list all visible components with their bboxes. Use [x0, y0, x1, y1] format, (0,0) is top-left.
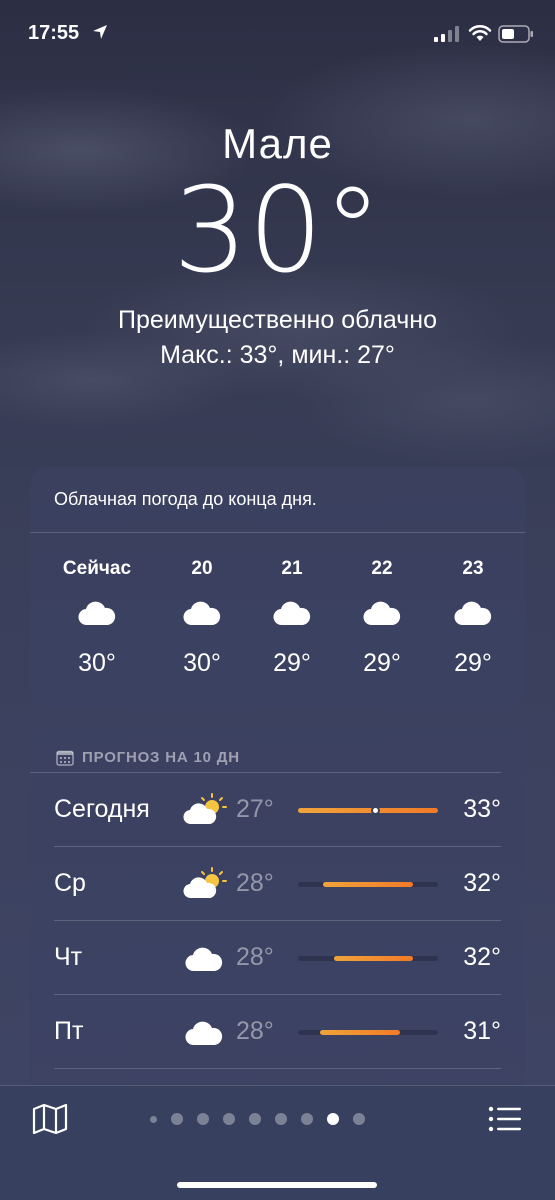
battery-icon — [498, 25, 533, 43]
home-indicator[interactable] — [177, 1182, 377, 1188]
forecast-row[interactable]: Чт 28° 32° — [54, 921, 501, 995]
high-low-text: Макс.: 33°, мин.: 27° — [160, 341, 395, 369]
page-dot[interactable] — [223, 1113, 235, 1125]
hourly-summary: Облачная погода до конца дня. — [30, 467, 525, 533]
forecast-low: 28° — [236, 869, 274, 897]
hourly-forecast-card[interactable]: Облачная погода до конца дня. Сейчас 30°… — [30, 467, 525, 709]
page-dot[interactable] — [301, 1113, 313, 1125]
page-dot[interactable] — [275, 1113, 287, 1125]
current-weather: Мале 30° Преимущественно облачно Макс.: … — [0, 120, 555, 370]
temperature-range-fill — [334, 956, 413, 961]
cloud-icon — [337, 585, 427, 641]
condition-text: Преимущественно облачно — [118, 306, 437, 334]
partly-sunny-icon — [183, 867, 227, 899]
forecast-high: 33° — [463, 795, 501, 823]
hourly-list[interactable]: Сейчас 30° 20 30° 21 29° 22 29° 23 29° — [30, 555, 525, 695]
location-arrow-icon — [93, 25, 107, 39]
hour-label: 21 — [281, 558, 303, 579]
cloud-icon — [247, 585, 337, 641]
hour-temperature: 29° — [454, 649, 492, 677]
page-dot[interactable] — [327, 1113, 339, 1125]
cloud-icon — [157, 585, 247, 641]
calendar-icon — [56, 750, 74, 766]
forecast-day: Ср — [54, 869, 86, 897]
hour-item: 20 30° — [157, 555, 247, 678]
forecast-day: Чт — [54, 943, 83, 971]
forecast-low: 28° — [236, 1017, 274, 1045]
hour-label: 20 — [191, 558, 213, 579]
current-temperature-marker — [370, 806, 380, 815]
partly-sunny-icon — [183, 793, 227, 825]
forecast-high: 32° — [463, 869, 501, 897]
forecast-day: Сегодня — [54, 795, 150, 823]
cellular-signal-icon — [434, 26, 459, 42]
forecast-header-label: ПРОГНОЗ НА 10 ДН — [82, 749, 240, 766]
hour-temperature: 30° — [78, 649, 116, 677]
cloud-icon — [185, 947, 223, 972]
status-time: 17:55 — [28, 22, 80, 44]
forecast-high: 32° — [463, 943, 501, 971]
forecast-row[interactable]: Пт 28° 31° — [54, 995, 501, 1069]
temperature-range-bar — [298, 956, 438, 961]
forecast-high: 31° — [463, 1017, 501, 1045]
forecast-header: ПРОГНОЗ НА 10 ДН — [30, 727, 501, 773]
page-dot[interactable] — [249, 1113, 261, 1125]
hour-item: 22 29° — [337, 555, 427, 678]
hour-item: 23 29° — [428, 555, 518, 678]
status-bar: 17:55 — [0, 0, 555, 60]
location-page-dot[interactable] — [150, 1115, 157, 1123]
hour-temperature: 30° — [183, 649, 221, 677]
cloud-icon — [52, 585, 142, 641]
forecast-row[interactable]: Сегодня 27° 33° — [54, 773, 501, 847]
ten-day-forecast-card[interactable]: ПРОГНОЗ НА 10 ДН Сегодня 27° 33° Ср 28° … — [30, 727, 525, 1087]
temperature-range-fill — [320, 1030, 401, 1035]
cloud-icon — [428, 585, 518, 641]
forecast-low: 28° — [236, 943, 274, 971]
wifi-icon — [468, 25, 492, 41]
temperature-range-fill — [323, 882, 413, 887]
page-indicator[interactable] — [150, 1111, 365, 1127]
hour-item: 21 29° — [247, 555, 337, 678]
hour-label: 23 — [462, 558, 484, 579]
hour-item: Сейчас 30° — [52, 555, 142, 678]
temperature-range-fill — [298, 808, 438, 813]
cloud-icon — [185, 1021, 223, 1046]
hour-label: Сейчас — [62, 558, 132, 579]
temperature-range-bar — [298, 806, 438, 815]
bottom-toolbar — [0, 1085, 555, 1200]
temperature-range-bar — [298, 1030, 438, 1035]
page-dot[interactable] — [353, 1113, 365, 1125]
current-temperature: 30° — [172, 161, 383, 299]
list-icon[interactable] — [488, 1106, 522, 1132]
forecast-low: 27° — [236, 795, 274, 823]
hour-temperature: 29° — [363, 649, 401, 677]
temperature-range-bar — [298, 882, 438, 887]
hour-label: 22 — [371, 558, 393, 579]
map-icon[interactable] — [32, 1104, 68, 1134]
forecast-day: Пт — [54, 1017, 84, 1045]
hour-temperature: 29° — [273, 649, 311, 677]
page-dot[interactable] — [171, 1113, 183, 1125]
forecast-row[interactable]: Ср 28° 32° — [54, 847, 501, 921]
page-dot[interactable] — [197, 1113, 209, 1125]
